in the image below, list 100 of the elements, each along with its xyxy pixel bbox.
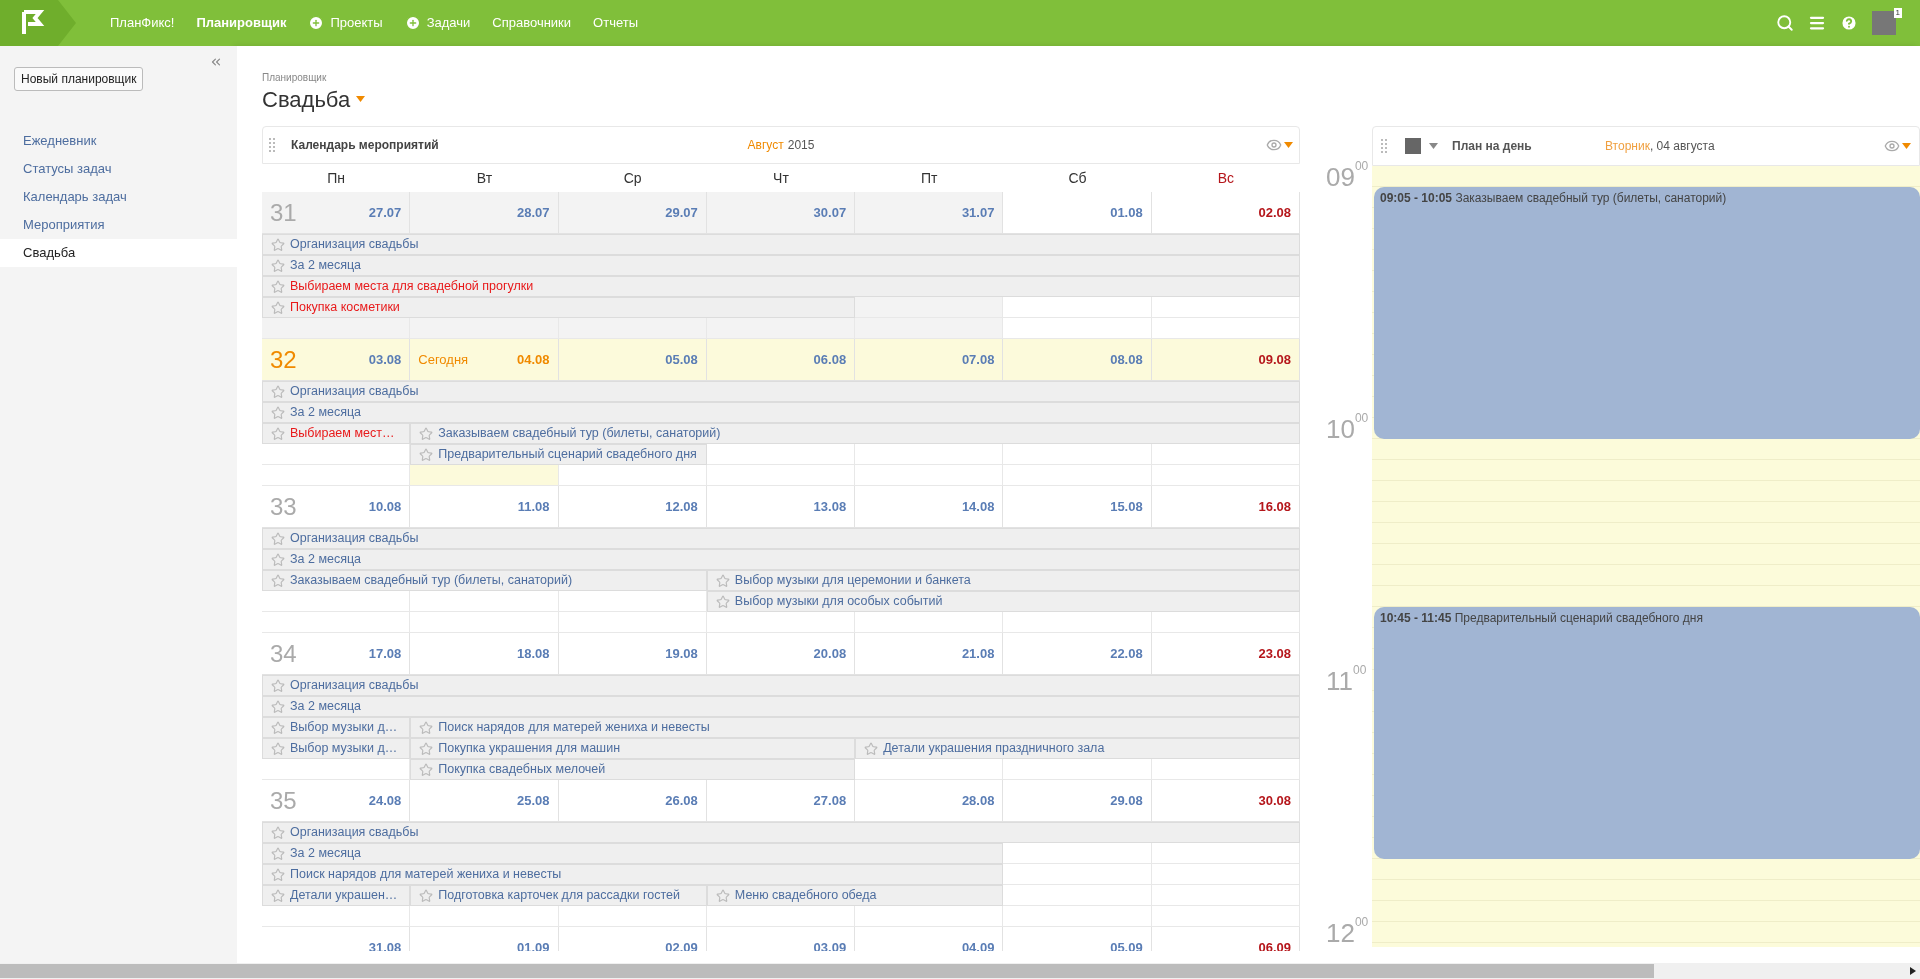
nav-link[interactable]: Задачи — [404, 13, 471, 33]
calendar-cell[interactable] — [855, 759, 1004, 780]
caret-icon[interactable] — [1429, 143, 1438, 149]
calendar-cell[interactable] — [410, 318, 559, 339]
day-cell[interactable]: 05.08 — [558, 339, 707, 381]
calendar-cell[interactable] — [706, 318, 856, 339]
day-cell[interactable]: 31.07 — [855, 192, 1004, 234]
calendar-cell[interactable] — [1003, 444, 1152, 465]
drag-handle-icon[interactable] — [1381, 139, 1387, 153]
day-cell[interactable]: 29.07 — [558, 192, 707, 234]
event-bar[interactable]: Организация свадьбы — [262, 528, 1300, 549]
day-cell[interactable]: 06.08 — [706, 339, 856, 381]
calendar-cell[interactable] — [1003, 843, 1152, 864]
event-bar[interactable]: За 2 месяца — [262, 843, 1004, 864]
event-bar[interactable]: За 2 месяца — [262, 402, 1300, 423]
day-cell[interactable]: Сегодня 04.08 — [410, 339, 559, 381]
event-bar[interactable]: За 2 месяца — [262, 255, 1300, 276]
help-icon[interactable] — [1840, 14, 1858, 32]
day-cell[interactable]: 19.08 — [558, 633, 707, 675]
sidebar-item[interactable]: Календарь задач — [0, 183, 237, 211]
event-bar[interactable]: За 2 месяца — [262, 696, 1300, 717]
event-bar[interactable]: Организация свадьбы — [262, 822, 1300, 843]
calendar-cell[interactable] — [558, 906, 707, 927]
calendar-cell[interactable] — [855, 612, 1004, 633]
sidebar-item[interactable]: Статусы задач — [0, 155, 237, 183]
day-cell[interactable]: 22.08 — [1003, 633, 1152, 675]
calendar-cell[interactable] — [410, 906, 559, 927]
caret-icon[interactable] — [356, 96, 366, 102]
event-bar[interactable]: Меню свадебного обеда — [706, 885, 1004, 906]
day-cell[interactable]: 15.08 — [1003, 486, 1152, 528]
day-cell[interactable]: 29.08 — [1003, 780, 1152, 822]
year-label[interactable]: 2015 — [787, 136, 815, 154]
day-cell[interactable]: 01.08 — [1003, 192, 1152, 234]
event-bar[interactable]: Выбираем мест… — [262, 423, 411, 444]
calendar-cell[interactable] — [558, 465, 707, 486]
day-cell[interactable]: 32 03.08 — [262, 339, 411, 381]
day-cell[interactable]: 14.08 — [855, 486, 1004, 528]
weekday-label[interactable]: Вторник — [1605, 137, 1650, 155]
calendar-cell[interactable] — [706, 465, 856, 486]
event-bar[interactable]: Выбор музыки для особых событий — [706, 591, 1300, 612]
calendar-cell[interactable] — [1151, 843, 1300, 864]
calendar-cell[interactable] — [1003, 759, 1152, 780]
event-bar[interactable]: Поиск нарядов для матерей жениха и невесты — [262, 864, 1004, 885]
calendar-cell[interactable] — [558, 318, 707, 339]
calendar-cell[interactable] — [262, 906, 411, 927]
day-cell[interactable]: 28.07 — [410, 192, 559, 234]
calendar-cell[interactable] — [855, 297, 1004, 318]
scrollbar-thumb[interactable] — [0, 964, 1654, 978]
avatar[interactable] — [1872, 11, 1896, 35]
nav-link[interactable]: Справочники — [492, 13, 572, 33]
user-avatar[interactable] — [1405, 138, 1421, 154]
new-planner-button[interactable]: Новый планировщик — [14, 67, 144, 91]
day-cell[interactable]: 18.08 — [410, 633, 559, 675]
day-cell[interactable]: 31 27.07 — [262, 192, 411, 234]
day-cell[interactable]: 33 10.08 — [262, 486, 411, 528]
day-cell[interactable]: 07.08 — [855, 339, 1004, 381]
event-bar[interactable]: Покупка украшения для машин — [410, 738, 856, 759]
day-cell[interactable]: 30.08 — [1151, 780, 1300, 822]
nav-link[interactable]: Планировщик — [196, 13, 287, 33]
nav-link[interactable]: Проекты — [308, 13, 383, 33]
calendar-cell[interactable] — [706, 612, 856, 633]
caret-icon[interactable] — [1902, 143, 1911, 149]
calendar-cell[interactable] — [410, 591, 559, 612]
event-bar[interactable]: Детали украшен… — [262, 885, 411, 906]
event-bar[interactable]: Организация свадьбы — [262, 381, 1300, 402]
day-cell[interactable]: 02.08 — [1151, 192, 1300, 234]
calendar-cell[interactable] — [1003, 297, 1152, 318]
day-cell[interactable]: 25.08 — [410, 780, 559, 822]
breadcrumb[interactable]: Планировщик — [262, 72, 1920, 84]
calendar-cell[interactable] — [262, 465, 411, 486]
event-bar[interactable]: Подготовка карточек для рассадки гостей — [410, 885, 707, 906]
date-label[interactable]: , 04 августа — [1649, 137, 1715, 155]
day-cell[interactable]: 27.08 — [706, 780, 856, 822]
eye-icon[interactable] — [1884, 138, 1900, 154]
calendar-cell[interactable] — [1151, 444, 1300, 465]
calendar-cell[interactable] — [410, 612, 559, 633]
day-cell[interactable]: 09.08 — [1151, 339, 1300, 381]
event-bar[interactable]: Выбор музыки для церемонии и банкета — [706, 570, 1300, 591]
calendar-cell[interactable] — [262, 444, 411, 465]
calendar-cell[interactable] — [855, 444, 1004, 465]
drag-handle-icon[interactable] — [269, 138, 275, 152]
calendar-cell[interactable] — [706, 906, 856, 927]
day-cell[interactable]: 30.07 — [706, 192, 856, 234]
day-cell[interactable]: 08.08 — [1003, 339, 1152, 381]
calendar-cell[interactable] — [262, 759, 411, 780]
calendar-cell[interactable] — [1151, 465, 1300, 486]
nav-link[interactable]: Отчеты — [593, 13, 638, 33]
event-bar[interactable]: Выбираем места для свадебной прогулки — [262, 276, 1300, 297]
sidebar-item[interactable]: Мероприятия — [0, 211, 237, 239]
calendar-cell[interactable] — [262, 591, 411, 612]
calendar-cell[interactable] — [262, 318, 411, 339]
event-bar[interactable]: Предварительный сценарий свадебного дня — [410, 444, 707, 465]
calendar-cell[interactable] — [855, 465, 1004, 486]
day-event[interactable]: 09:05 - 10:05 Заказываем свадебный тур (билеты, санаторий) — [1374, 187, 1920, 439]
day-cell[interactable]: 35 24.08 — [262, 780, 411, 822]
calendar-cell[interactable] — [262, 612, 411, 633]
month-label[interactable]: Август — [747, 136, 784, 154]
event-bar[interactable]: Заказываем свадебный тур (билеты, санаторий) — [410, 423, 1300, 444]
day-cell[interactable]: 20.08 — [706, 633, 856, 675]
event-bar[interactable]: Покупка косметики — [262, 297, 856, 318]
